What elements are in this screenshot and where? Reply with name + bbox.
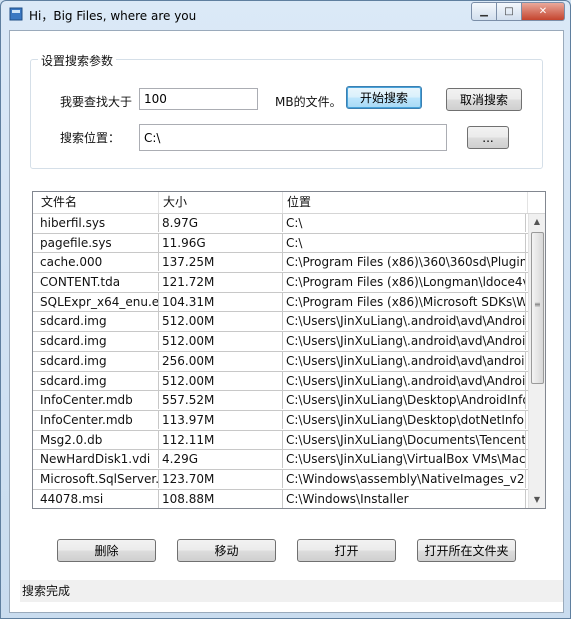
cell-location: C:\Users\JinXuLiang\Documents\Tencent: [283, 430, 526, 449]
size-unit-label: MB的文件。: [275, 95, 342, 109]
table-row[interactable]: CONTENT.tda 121.72M C:\Program Files (x86)…: [33, 273, 528, 293]
cell-filename: sdcard.img: [37, 371, 159, 390]
minimize-button[interactable]: ▁: [471, 2, 497, 21]
cell-location: C:\Windows\Installer: [283, 489, 526, 508]
cell-location: C:\Users\JinXuLiang\.android\avd\Androi: [283, 371, 526, 390]
cell-location: C:\Program Files (x86)\Longman\ldoce4v2: [283, 273, 526, 292]
column-header-filename[interactable]: 文件名: [33, 192, 159, 213]
cell-size: 113.97M: [159, 410, 283, 429]
open-button[interactable]: 打开: [297, 539, 396, 562]
table-row[interactable]: InfoCenter.mdb 113.97M C:\Users\JinXuLiang…: [33, 410, 528, 431]
cell-size: 557.52M: [159, 391, 283, 410]
app-icon: [9, 7, 23, 21]
vertical-scrollbar[interactable]: ▲ ≡ ▼: [528, 214, 545, 508]
cancel-search-button[interactable]: 取消搜索: [446, 88, 522, 111]
table-row[interactable]: hiberfil.sys 8.97G C:\: [33, 214, 528, 234]
move-button[interactable]: 移动: [177, 539, 276, 562]
cell-location: C:\: [283, 214, 526, 232]
cell-filename: CONTENT.tda: [37, 273, 159, 292]
cell-filename: NewHardDisk1.vdi: [37, 450, 159, 469]
table-row[interactable]: pagefile.sys 11.96G C:\: [33, 233, 528, 254]
close-button[interactable]: ✕: [522, 2, 565, 21]
cell-location: C:\Users\JinXuLiang\Desktop\dotNetInfo: [283, 410, 526, 429]
table-row[interactable]: 44078.msi 108.88M C:\Windows\Installer: [33, 489, 528, 508]
maximize-button[interactable]: □: [497, 2, 522, 21]
cell-size: 512.00M: [159, 371, 283, 390]
cell-location: C:\Program Files (x86)\Microsoft SDKs\Wi: [283, 292, 526, 311]
grip-icon: ≡: [534, 300, 541, 309]
cell-filename: Microsoft.SqlServer.: [37, 469, 159, 488]
cell-filename: pagefile.sys: [37, 233, 159, 252]
status-bar: 搜索完成: [20, 580, 563, 602]
scroll-thumb[interactable]: ≡: [531, 232, 544, 384]
start-search-button[interactable]: 开始搜索: [346, 86, 422, 109]
cell-location: C:\Program Files (x86)\360\360sd\Plugins: [283, 253, 526, 272]
cell-filename: InfoCenter.mdb: [37, 391, 159, 410]
cell-filename: hiberfil.sys: [37, 214, 159, 232]
cell-filename: SQLExpr_x64_enu.exe: [37, 292, 159, 311]
window-controls: ▁ □ ✕: [471, 2, 565, 21]
cell-filename: sdcard.img: [37, 312, 159, 331]
cell-location: C:\Windows\assembly\NativeImages_v2.0: [283, 469, 526, 488]
client-area: 设置搜索参数 我要查找大于 MB的文件。 开始搜索 取消搜索 搜索位置： ...…: [9, 30, 564, 613]
cell-size: 256.00M: [159, 351, 283, 370]
location-label: 搜索位置：: [60, 131, 121, 145]
app-window: Hi，Big Files, where are you ▁ □ ✕ 设置搜索参数…: [0, 0, 571, 619]
table-row[interactable]: Microsoft.SqlServer. 123.70M C:\Windows\as…: [33, 469, 528, 490]
cell-location: C:\Users\JinXuLiang\.android\avd\Androi: [283, 312, 526, 331]
cell-size: 123.70M: [159, 469, 283, 488]
table-row[interactable]: Msg2.0.db 112.11M C:\Users\JinXuLiang\Docu…: [33, 430, 528, 451]
search-settings-title: 设置搜索参数: [38, 52, 117, 69]
results-table[interactable]: 文件名 大小 位置 hiberfil.sys 8.97G C:\ pagefile.s…: [32, 191, 546, 509]
cell-size: 112.11M: [159, 430, 283, 449]
cell-filename: sdcard.img: [37, 351, 159, 370]
browse-button[interactable]: ...: [467, 126, 509, 149]
cell-location: C:\Users\JinXuLiang\.android\avd\Androi: [283, 332, 526, 351]
window-title: Hi，Big Files, where are you: [29, 9, 197, 23]
table-row[interactable]: sdcard.img 512.00M C:\Users\JinXuLiang\.an…: [33, 332, 528, 352]
cell-filename: Msg2.0.db: [37, 430, 159, 449]
cell-filename: 44078.msi: [37, 489, 159, 508]
cell-location: C:\Users\JinXuLiang\.android\avd\androi: [283, 351, 526, 370]
delete-button[interactable]: 删除: [57, 539, 156, 562]
location-input[interactable]: [139, 124, 447, 151]
cell-size: 104.31M: [159, 292, 283, 311]
cell-size: 11.96G: [159, 233, 283, 252]
table-row[interactable]: NewHardDisk1.vdi 4.29G C:\Users\JinXuLiang…: [33, 450, 528, 470]
cell-location: C:\Users\JinXuLiang\Desktop\AndroidInfo: [283, 391, 526, 410]
size-label: 我要查找大于: [60, 95, 133, 109]
size-input[interactable]: [139, 88, 258, 110]
cell-filename: InfoCenter.mdb: [37, 410, 159, 429]
column-header-location[interactable]: 位置: [283, 192, 528, 213]
table-row[interactable]: SQLExpr_x64_enu.exe104.31MC:\Program Fil…: [33, 292, 528, 313]
cell-location: C:\: [283, 233, 526, 252]
cell-size: 512.00M: [159, 312, 283, 331]
cell-location: C:\Users\JinXuLiang\VirtualBox VMs\Mac: [283, 450, 526, 469]
cell-size: 121.72M: [159, 273, 283, 292]
table-header: 文件名 大小 位置: [33, 192, 545, 214]
cell-size: 8.97G: [159, 214, 283, 232]
table-row[interactable]: cache.000 137.25M C:\Program Files (x86)\3…: [33, 253, 528, 274]
table-row[interactable]: InfoCenter.mdb 557.52M C:\Users\JinXuLiang…: [33, 391, 528, 411]
table-body: hiberfil.sys 8.97G C:\ pagefile.sys 11.96G C:…: [33, 214, 528, 508]
title-bar[interactable]: Hi，Big Files, where are you ▁ □ ✕: [1, 1, 570, 27]
table-row[interactable]: sdcard.img 256.00M C:\Users\JinXuLiang\.an…: [33, 351, 528, 372]
cell-size: 137.25M: [159, 253, 283, 272]
column-header-size[interactable]: 大小: [159, 192, 283, 213]
search-settings-group: 设置搜索参数 我要查找大于 MB的文件。 开始搜索 取消搜索 搜索位置： ...: [30, 52, 543, 169]
open-folder-button[interactable]: 打开所在文件夹: [417, 539, 516, 562]
cell-size: 108.88M: [159, 489, 283, 508]
scroll-up-icon[interactable]: ▲: [529, 214, 545, 230]
cell-size: 512.00M: [159, 332, 283, 351]
table-row[interactable]: sdcard.img 512.00M C:\Users\JinXuLiang\.an…: [33, 312, 528, 333]
scroll-down-icon[interactable]: ▼: [529, 492, 545, 508]
table-row[interactable]: sdcard.img 512.00M C:\Users\JinXuLiang\.an…: [33, 371, 528, 392]
cell-size: 4.29G: [159, 450, 283, 469]
status-text: 搜索完成: [22, 584, 71, 598]
cell-filename: sdcard.img: [37, 332, 159, 351]
cell-filename: cache.000: [37, 253, 159, 272]
